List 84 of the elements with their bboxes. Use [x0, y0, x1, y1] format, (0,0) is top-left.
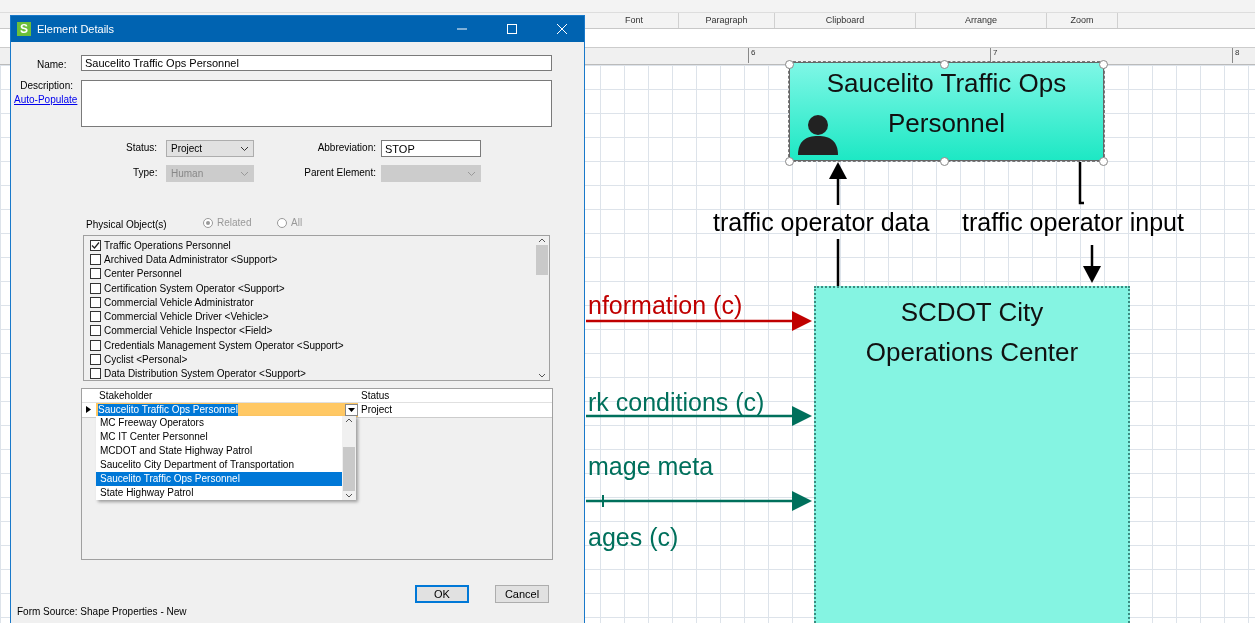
description-field[interactable] — [81, 80, 552, 127]
name-field[interactable]: Saucelito Traffic Ops Personnel — [81, 55, 552, 71]
selection-handle[interactable] — [785, 60, 794, 69]
app-logo: S — [17, 22, 31, 36]
scroll-up-icon[interactable] — [345, 418, 353, 423]
checklist-item[interactable]: Data Distribution System Operator <Support> — [104, 368, 306, 380]
dropdown-option[interactable]: Saucelito City Department of Transportation — [96, 458, 342, 472]
checkbox[interactable] — [90, 325, 101, 337]
column-header: Status — [360, 389, 391, 402]
auto-populate-link[interactable]: Auto-Populate — [14, 94, 78, 105]
scrollbar-thumb[interactable] — [343, 447, 355, 491]
chevron-down-icon — [467, 170, 476, 177]
flow-label: mage meta — [588, 452, 714, 481]
field-label: Parent Element: — [303, 167, 376, 178]
selection-handle[interactable] — [1099, 60, 1108, 69]
flow-label: traffic operator data — [713, 208, 930, 237]
field-label: Description: — [19, 80, 73, 91]
scrollbar-thumb[interactable] — [536, 245, 548, 275]
scrollbar[interactable] — [342, 416, 356, 500]
dropdown-option[interactable]: State Highway Patrol — [96, 486, 342, 500]
stakeholder-combo[interactable]: Saucelito Traffic Ops Personnel — [96, 403, 358, 417]
maximize-icon — [507, 24, 517, 34]
caret-icon — [348, 408, 355, 412]
checklist-item[interactable]: Certification System Operator <Support> — [104, 282, 285, 294]
form-source-text: Form Source: Shape Properties - New — [17, 606, 187, 617]
actor-box: Saucelito Traffic Ops Personnel — [789, 62, 1104, 161]
selection-handle[interactable] — [1099, 157, 1108, 166]
close-icon — [557, 24, 567, 34]
center-box: SCDOT City Operations Center — [814, 286, 1130, 623]
field-label: Type: — [133, 167, 158, 178]
dropdown-button[interactable] — [345, 404, 358, 416]
checkbox[interactable] — [90, 311, 101, 323]
checklist-item[interactable]: Archived Data Administrator <Support> — [104, 253, 278, 265]
ribbon-group-label: Arrange — [916, 13, 1047, 28]
checkbox[interactable] — [90, 282, 101, 294]
field-label: Status: — [126, 142, 158, 153]
status-dropdown[interactable]: Project — [166, 140, 254, 157]
flow-label: rk conditions (c) — [588, 388, 765, 417]
chevron-down-icon — [240, 170, 249, 177]
ruler-number: 6 — [748, 48, 756, 63]
checklist-item[interactable]: Traffic Operations Personnel — [104, 239, 231, 251]
scrollbar[interactable] — [535, 236, 549, 380]
scroll-down-icon[interactable] — [345, 493, 353, 498]
dropdown-option[interactable]: MC Freeway Operators — [96, 416, 342, 430]
checkbox[interactable] — [90, 268, 101, 280]
ribbon-group-label: Clipboard — [775, 13, 916, 28]
checklist-item[interactable]: Commercial Vehicle Inspector <Field> — [104, 325, 273, 337]
section-label: Physical Object(s) — [86, 219, 167, 230]
checkbox[interactable] — [90, 239, 101, 251]
scroll-up-icon[interactable] — [538, 238, 546, 243]
ribbon-group-label: Font — [590, 13, 679, 28]
checklist-item[interactable]: Credentials Management System Operator <Support> — [104, 339, 344, 351]
dialog-button[interactable]: Cancel — [495, 585, 549, 603]
checklist-item[interactable]: Commercial Vehicle Administrator — [104, 296, 254, 308]
checkbox[interactable] — [90, 253, 101, 265]
ribbon-group-label: Zoom — [1047, 13, 1118, 28]
dropdown-option[interactable]: Saucelito Traffic Ops Personnel — [96, 472, 342, 486]
table-cell-text: Project — [360, 403, 394, 417]
column-header: Stakeholder — [98, 389, 154, 402]
flow-label: ages (c) — [588, 523, 679, 552]
abbreviation-field[interactable]: STOP — [381, 140, 481, 157]
checklist-item[interactable]: Commercial Vehicle Driver <Vehicle> — [104, 311, 269, 323]
chevron-down-icon — [240, 145, 249, 152]
ribbon-group-label: Paragraph — [679, 13, 775, 28]
selection-handle[interactable] — [785, 157, 794, 166]
checkbox[interactable] — [90, 354, 101, 365]
field-label: Abbreviation: — [316, 142, 376, 153]
checklist-item[interactable]: Cyclist <Personal> — [104, 354, 188, 365]
selection-handle[interactable] — [940, 60, 949, 69]
ruler-number: 8 — [1232, 48, 1240, 63]
checklist-item[interactable]: Center Personnel — [104, 268, 182, 280]
person-icon — [795, 113, 841, 155]
checkbox[interactable] — [90, 339, 101, 351]
flow-label: nformation (c) — [588, 291, 743, 320]
field-label: Name: — [37, 59, 67, 70]
dropdown-option[interactable]: MC IT Center Personnel — [96, 430, 342, 444]
flow-label: traffic operator input — [962, 208, 1184, 237]
window-title: Element Details — [37, 23, 116, 35]
selection-handle[interactable] — [940, 157, 949, 166]
scroll-down-icon[interactable] — [538, 373, 546, 378]
dropdown-option[interactable]: MCDOT and State Highway Patrol — [96, 444, 342, 458]
checkbox[interactable] — [90, 368, 101, 380]
dialog-button[interactable]: OK — [415, 585, 469, 603]
checkbox[interactable] — [90, 296, 101, 308]
